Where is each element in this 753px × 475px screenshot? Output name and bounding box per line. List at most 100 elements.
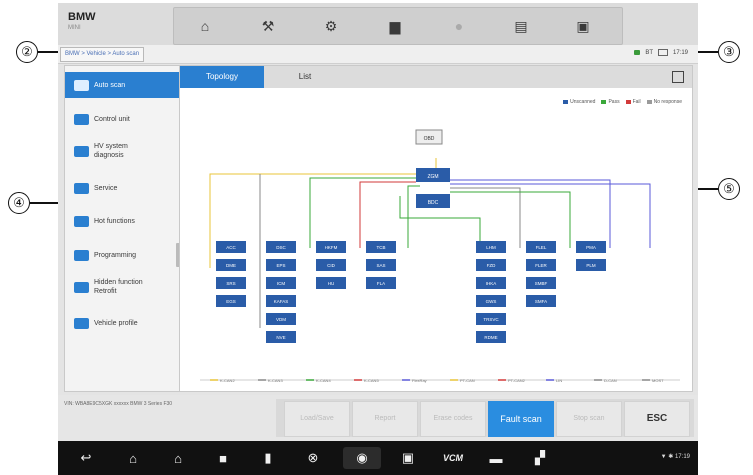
ecu-node-label: EGS (226, 299, 236, 304)
hidden-function-icon (74, 281, 89, 293)
vcm-icon[interactable]: VCM (438, 441, 468, 475)
sub-node-label: BDC (428, 200, 439, 206)
ecu-node-label: DSC (276, 245, 286, 250)
save-icon[interactable]: ▤ (512, 17, 530, 35)
home-icon[interactable]: ⌂ (123, 441, 143, 475)
ecu-node-label: FLER (535, 263, 547, 268)
sidebar-item-label: Hot functions (94, 217, 135, 225)
ecu-node-label: GWS (486, 299, 497, 304)
ecu-node-label: FZD (487, 263, 496, 268)
ecu-node-label: DME (226, 263, 236, 268)
system-nav-bar: ↩ ⌂ ⌂ ■ ▮ ⊗ ◉ ▣ VCM ▬ ▞ ▼ ✱ 17:19 (58, 441, 698, 475)
ecu-node-label: SMBF (535, 281, 548, 286)
vehicle-info: VIN: WBA8E9C5XGK xxxxxx BMW 3 Series F30 (64, 401, 173, 407)
ecu-node-label: TCB (377, 245, 386, 250)
ecu-node-label: PMA (586, 245, 596, 250)
ecu-node-label: NVE (276, 335, 285, 340)
bus-legend-label: K-CAN4 (316, 378, 331, 383)
screen-record-icon[interactable]: ▣ (398, 441, 418, 475)
hot-functions-icon (74, 215, 89, 227)
bus-legend-label: D-CAN (604, 378, 617, 383)
ecu-node-label: TRSVC (483, 317, 499, 322)
ecu-node-label: RDME (484, 335, 497, 340)
camera-icon[interactable]: ◉ (343, 447, 381, 469)
printer-icon[interactable]: ▆ (386, 17, 404, 35)
bus-line (209, 173, 416, 268)
recent-icon[interactable]: ▮ (258, 441, 278, 475)
sidebar-item-programming[interactable]: Programming (65, 242, 181, 268)
help-icon[interactable]: ● (450, 17, 468, 35)
bus-legend-label: FlexRay (412, 378, 427, 383)
clock-time: 17:19 (672, 49, 688, 56)
stop-scan-button[interactable]: Stop scan (556, 401, 622, 437)
ecu-node-label: SRS (226, 281, 235, 286)
back-icon[interactable]: ↩ (76, 441, 96, 475)
sidebar-item-hidden-function[interactable]: Hidden function Retrofit (65, 274, 181, 300)
action-bar: Load/Save Report Erase codes Fault scan … (276, 399, 694, 437)
load-save-button[interactable]: Load/Save (284, 401, 350, 437)
edit-icon[interactable] (672, 71, 684, 83)
network-icon[interactable]: ▞ (530, 441, 550, 475)
tab-topology[interactable]: Topology (180, 66, 264, 88)
report-button[interactable]: Report (352, 401, 418, 437)
top-header: BMW MINI ⌂ ⚒ ⚙ ▆ ● ▤ ▣ (58, 3, 698, 45)
breadcrumb[interactable]: BMW > Vehicle > Auto scan (60, 47, 145, 62)
sidebar-item-hv-system[interactable]: HV system diagnosis (65, 138, 181, 164)
breadcrumb-bar: BMW > Vehicle > Auto scan BT 17:19 (58, 45, 698, 64)
bus-legend-label: K-CAN2 (220, 378, 235, 383)
hv-system-icon (74, 145, 89, 157)
sidebar-item-label: Control unit (94, 115, 130, 123)
bus-line (450, 191, 571, 248)
erase-codes-button[interactable]: Erase codes (420, 401, 486, 437)
vpn-icon[interactable]: ⊗ (303, 441, 323, 475)
sidebar-item-control-unit[interactable]: Control unit (65, 106, 181, 132)
system-status: ▼ ✱ 17:19 (660, 454, 690, 460)
car-icon[interactable]: ▬ (486, 441, 506, 475)
sidebar-item-label: Auto scan (94, 81, 126, 89)
sidebar-item-vehicle-profile[interactable]: Vehicle profile (65, 310, 181, 336)
callout-4: ④ (8, 192, 30, 214)
ecu-node-label: LHM (486, 245, 496, 250)
battery-icon (657, 49, 668, 56)
vci-icon (634, 50, 641, 55)
footer: VIN: WBA8E9C5XGK xxxxxx BMW 3 Series F30… (58, 395, 698, 441)
programming-icon (74, 249, 89, 261)
sidebar-item-label: Service (94, 184, 118, 192)
ecu-node-label: FLA (377, 281, 385, 286)
wrench-icon[interactable]: ⚒ (259, 17, 277, 35)
main-node-label: ZGM (427, 174, 438, 180)
bus-legend-label: K-CAN5 (364, 378, 379, 383)
house-icon[interactable]: ⌂ (168, 441, 188, 475)
sidebar-item-hot-functions[interactable]: Hot functions (65, 208, 181, 234)
ecu-node-label: KAFAS (274, 299, 289, 304)
top-toolbar: ⌂ ⚒ ⚙ ▆ ● ▤ ▣ (173, 7, 623, 45)
ecu-node-label: EPS (276, 263, 285, 268)
ecu-node-label: HKFM (325, 245, 338, 250)
ecu-node-label: VDM (276, 317, 286, 322)
topology-diagram: OBD ZGM BDC ACC DME SRS EGS DSC EPS ICM KAFAS VDM NV… (200, 129, 680, 383)
bus-legend-label: PT-CAN (460, 378, 475, 383)
square-icon[interactable]: ■ (213, 441, 233, 475)
tab-list[interactable]: List (280, 66, 330, 88)
message-icon[interactable]: ▣ (574, 17, 592, 35)
service-icon (74, 182, 89, 194)
home-icon[interactable]: ⌂ (196, 17, 214, 35)
ecu-node-label: SMFA (535, 299, 547, 304)
ecu-node-label: ICM (277, 281, 286, 286)
brand-subtitle: MINI (68, 25, 81, 31)
gear-icon[interactable]: ⚙ (322, 17, 340, 35)
ecu-node-label: FLEL (536, 245, 547, 250)
fault-scan-button[interactable]: Fault scan (488, 401, 554, 437)
bus-line (450, 179, 611, 248)
vehicle-profile-icon (74, 317, 89, 329)
ecu-node-label: ACC (226, 245, 236, 250)
vci-status: BT (645, 49, 653, 56)
auto-scan-icon (74, 79, 89, 91)
callout-2-line (38, 51, 60, 53)
esc-button[interactable]: ESC (624, 401, 690, 437)
sidebar-item-service[interactable]: Service (65, 175, 181, 201)
bus-legend-label: LIN (556, 378, 562, 383)
sidebar-item-auto-scan[interactable]: Auto scan (65, 72, 181, 98)
bus-legend-label: PT-CAN2 (508, 378, 526, 383)
brand-title: BMW (68, 11, 96, 23)
